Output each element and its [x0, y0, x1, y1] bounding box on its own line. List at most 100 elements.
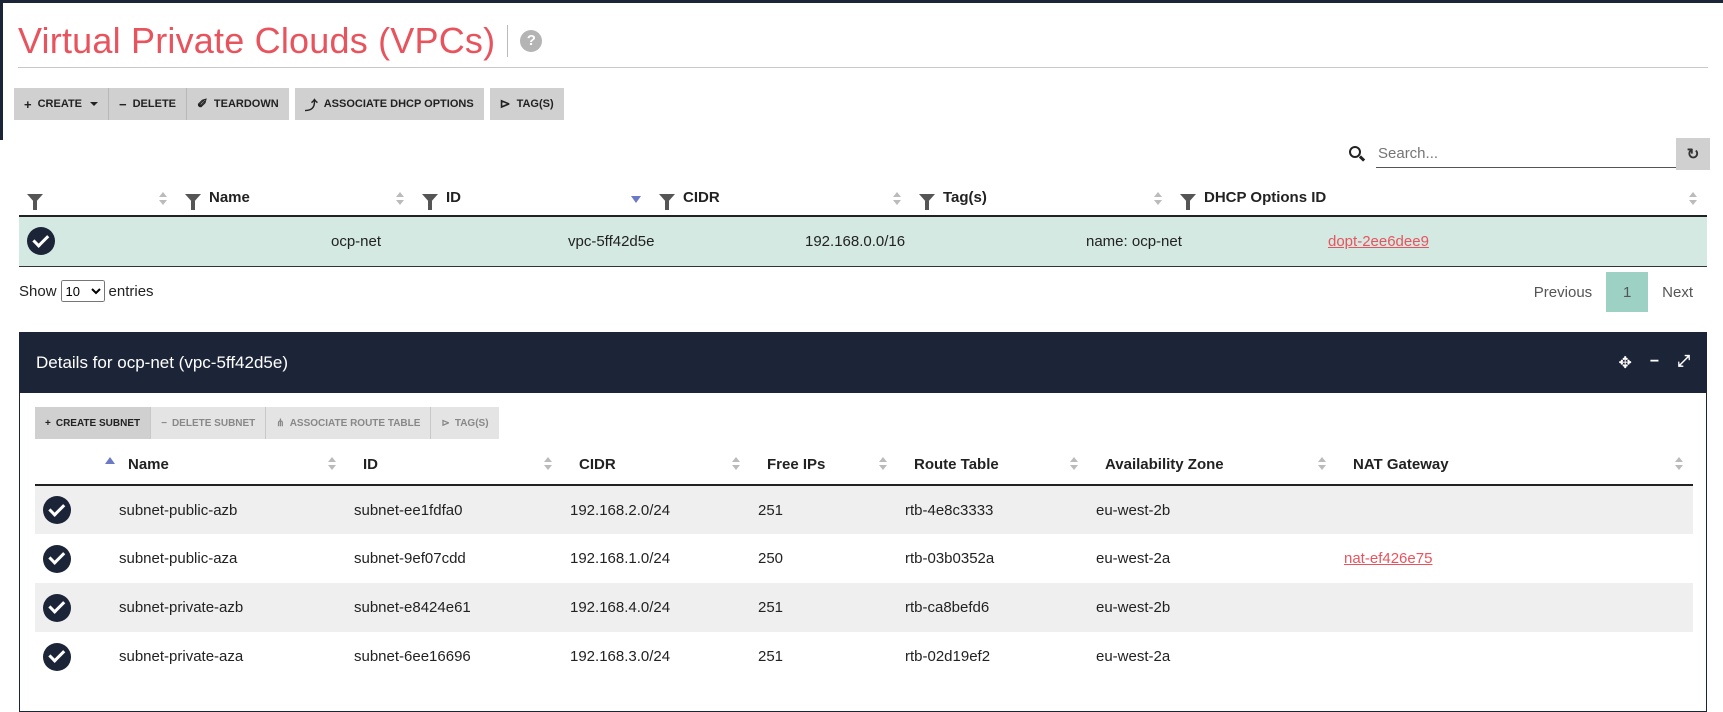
next-page-button[interactable]: Next [1648, 272, 1707, 312]
delete-subnet-button[interactable]: − DELETE SUBNET [151, 407, 267, 439]
column-header-name[interactable]: Name [111, 445, 346, 486]
subnet-name-cell: subnet-public-aza [119, 550, 238, 567]
subnet-cidr-cell: 192.168.3.0/24 [570, 648, 671, 665]
column-header-id[interactable]: ID [346, 445, 562, 486]
nat-gateway-link[interactable]: nat-ef426e75 [1344, 550, 1432, 567]
filter-icon[interactable] [422, 193, 438, 210]
subnet-cidr-cell: 192.168.4.0/24 [562, 583, 750, 632]
row-select-cell[interactable] [35, 632, 111, 681]
refresh-button[interactable]: ↻ [1676, 138, 1710, 170]
sort-icon [328, 457, 336, 471]
column-header-availability-zone[interactable]: Availability Zone [1088, 445, 1336, 486]
move-icon[interactable]: ✥ [1618, 353, 1631, 373]
table-row[interactable]: subnet-private-aza subnet-6ee16696 192.1… [35, 632, 1693, 681]
subnet-free-ips-cell: 251 [750, 485, 897, 534]
filter-icon[interactable] [919, 193, 935, 210]
column-header-free-ips[interactable]: Free IPs [750, 445, 897, 486]
vpc-toolbar: + CREATE − DELETE ✐ TEARDOWN ⤴ ASSOCIATE… [14, 88, 570, 120]
table-row[interactable]: ocp-net vpc-5ff42d5e 192.168.0.0/16 name… [19, 216, 1707, 267]
previous-page-button[interactable]: Previous [1520, 272, 1606, 312]
page-header: Virtual Private Clouds (VPCs) ? [18, 14, 1708, 68]
row-select-cell[interactable] [35, 583, 111, 632]
title-divider [507, 24, 509, 57]
subnet-name-cell: subnet-private-aza [119, 648, 244, 665]
column-header-route-table[interactable]: Route Table [897, 445, 1088, 486]
minus-icon: − [161, 417, 167, 429]
share-icon: ⤴ [304, 97, 318, 113]
vpc-table-header: Name ID CIDR Tag(s) DHCP Options ID [19, 180, 1707, 217]
check-circle-icon[interactable] [43, 544, 71, 573]
table-row[interactable]: subnet-public-azb subnet-ee1fdfa0 192.16… [35, 485, 1693, 534]
subnet-route-table-cell: rtb-02d19ef2 [905, 648, 991, 665]
tag-icon: ⊳ [441, 417, 450, 429]
filter-icon[interactable] [185, 193, 201, 210]
column-label: NAT Gateway [1353, 456, 1449, 473]
sort-desc-icon [631, 196, 641, 203]
associate-route-table-label: ASSOCIATE ROUTE TABLE [289, 417, 421, 429]
search-input[interactable] [1376, 140, 1676, 168]
table-row[interactable]: subnet-public-aza subnet-9ef07cdd 192.16… [35, 534, 1693, 583]
column-label: ID [363, 456, 378, 473]
subnet-tags-button[interactable]: ⊳ TAG(S) [431, 407, 499, 439]
delete-button[interactable]: − DELETE [109, 88, 188, 120]
associate-route-table-button[interactable]: ⋔ ASSOCIATE ROUTE TABLE [266, 407, 432, 439]
create-button[interactable]: + CREATE [14, 88, 110, 120]
tags-button[interactable]: ⊳ TAG(S) [489, 88, 564, 120]
show-label: Show [19, 282, 57, 300]
row-select-cell[interactable] [35, 485, 111, 534]
table-row[interactable]: subnet-private-azb subnet-e8424e61 192.1… [35, 583, 1693, 632]
column-header-name[interactable]: Name [177, 180, 414, 217]
subnet-az-cell: eu-west-2a [1096, 550, 1171, 567]
column-header-nat-gateway[interactable]: NAT Gateway [1336, 445, 1693, 486]
subnet-route-table-cell: rtb-ca8befd6 [897, 583, 1088, 632]
subnet-id-cell: subnet-e8424e61 [346, 583, 562, 632]
column-header-select[interactable] [19, 180, 177, 217]
minimize-icon[interactable]: − [1650, 353, 1659, 373]
check-circle-icon[interactable] [43, 496, 71, 524]
column-label: Name [209, 189, 250, 206]
create-subnet-button[interactable]: + CREATE SUBNET [35, 407, 152, 439]
sort-icon [396, 192, 404, 206]
page-1-button[interactable]: 1 [1606, 272, 1649, 312]
tag-icon: ⊳ [499, 96, 511, 111]
check-circle-icon[interactable] [43, 642, 71, 671]
subnet-nat-cell [1336, 485, 1693, 534]
row-select-cell[interactable] [35, 534, 111, 583]
plus-icon: + [45, 417, 51, 429]
teardown-button[interactable]: ✐ TEARDOWN [187, 88, 289, 120]
subnet-route-table-cell: rtb-03b0352a [905, 550, 995, 567]
search-bar: ↻ [1348, 138, 1710, 170]
column-header-cidr[interactable]: CIDR [562, 445, 750, 486]
column-header-tags[interactable]: Tag(s) [911, 180, 1172, 217]
question-circle-icon[interactable]: ? [520, 29, 543, 52]
subnet-cidr-cell: 192.168.2.0/24 [562, 485, 750, 534]
associate-dhcp-options-button[interactable]: ⤴ ASSOCIATE DHCP OPTIONS [294, 88, 484, 120]
sort-icon [879, 457, 887, 471]
dhcp-options-link[interactable]: dopt-2ee6dee9 [1328, 233, 1429, 250]
page-length-select[interactable]: 10 25 50 100 [60, 280, 105, 302]
vpc-id-cell: vpc-5ff42d5e [414, 216, 654, 267]
check-circle-icon[interactable] [27, 227, 55, 256]
filter-icon[interactable] [1180, 193, 1196, 210]
column-header-select[interactable] [35, 445, 115, 486]
subnet-tags-label: TAG(S) [454, 417, 489, 429]
row-select-cell[interactable] [19, 216, 177, 267]
column-label: ID [446, 189, 461, 206]
sort-icon [1154, 192, 1162, 206]
column-label: Tag(s) [943, 189, 987, 206]
page-title: Virtual Private Clouds (VPCs) [18, 19, 496, 61]
column-header-cidr[interactable]: CIDR [651, 180, 911, 217]
subnet-table: Name ID CIDR Free IPs Route Table Availa… [35, 445, 1693, 681]
column-header-id[interactable]: ID [414, 180, 651, 217]
sort-icon [893, 192, 901, 206]
check-circle-icon[interactable] [43, 593, 71, 622]
filter-icon[interactable] [27, 193, 43, 210]
refresh-icon: ↻ [1686, 146, 1700, 163]
subnet-az-cell: eu-west-2a [1096, 648, 1171, 665]
sort-icon [732, 457, 740, 471]
filter-icon[interactable] [659, 193, 675, 210]
column-label: Name [128, 456, 169, 473]
column-header-dhcp-options-id[interactable]: DHCP Options ID [1172, 180, 1707, 217]
expand-icon[interactable]: ⤢ [1677, 353, 1690, 373]
associate-dhcp-label: ASSOCIATE DHCP OPTIONS [323, 98, 474, 110]
